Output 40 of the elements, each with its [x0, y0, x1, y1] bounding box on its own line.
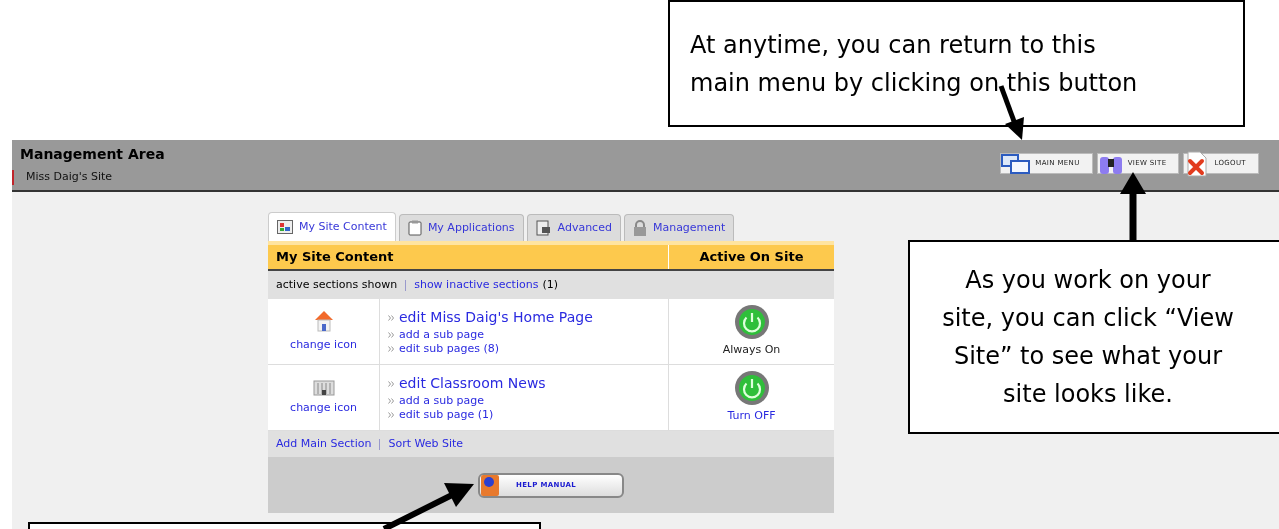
- double-chevron-icon: [388, 332, 395, 338]
- change-icon-link[interactable]: change icon: [290, 337, 357, 354]
- footer-link[interactable]: Sort Web Site: [388, 435, 464, 453]
- double-chevron-icon: [388, 346, 395, 352]
- column-header: My Site Content: [268, 245, 669, 269]
- column-header: Active On Site: [698, 248, 805, 267]
- lock-icon: [632, 220, 647, 236]
- footer-link[interactable]: Add Main Section: [276, 435, 372, 453]
- inactive-count: (1): [542, 276, 558, 293]
- sub-page-link[interactable]: add a sub page: [399, 394, 485, 408]
- double-chevron-icon: [388, 380, 395, 387]
- building-icon: [312, 378, 335, 397]
- double-chevron-icon: [388, 398, 395, 404]
- help-book-icon: [480, 474, 500, 496]
- double-chevron-icon: [388, 314, 395, 321]
- change-icon-link[interactable]: change icon: [290, 400, 357, 417]
- app-title: Management Area: [20, 145, 165, 164]
- windows-icon: [1001, 153, 1032, 174]
- sub-page-link[interactable]: edit sub pages (8): [399, 342, 500, 356]
- document-lock-icon: [535, 220, 552, 236]
- edit-section-link[interactable]: edit Classroom News: [399, 373, 546, 394]
- tab[interactable]: My Applications: [398, 214, 524, 241]
- tab[interactable]: Management: [623, 214, 735, 241]
- tab[interactable]: Advanced: [526, 214, 621, 241]
- power-button-icon[interactable]: [733, 370, 770, 407]
- filter-status: active sections shown: [276, 276, 398, 293]
- clipboard-icon: [407, 220, 422, 236]
- picture-icon: [277, 220, 293, 234]
- callout-text: As you work on your site, you can click “View Site” to see what your site looks like.: [941, 265, 1235, 410]
- sub-page-link[interactable]: edit sub page (1): [399, 408, 494, 422]
- turn-off-link[interactable]: Turn OFF: [727, 408, 776, 425]
- sub-page-link[interactable]: add a sub page: [399, 328, 485, 342]
- site-name: Miss Daig's Site: [26, 169, 113, 185]
- tab[interactable]: My Site Content: [268, 212, 396, 241]
- power-button-icon[interactable]: [733, 304, 770, 341]
- callout-text: At anytime, you can return to this main menu by clicking on this button: [690, 29, 1139, 99]
- site-marker: [12, 169, 14, 185]
- status-label: Always On: [722, 342, 781, 359]
- edit-section-link[interactable]: edit Miss Daig's Home Page: [399, 307, 593, 328]
- double-chevron-icon: [388, 412, 395, 418]
